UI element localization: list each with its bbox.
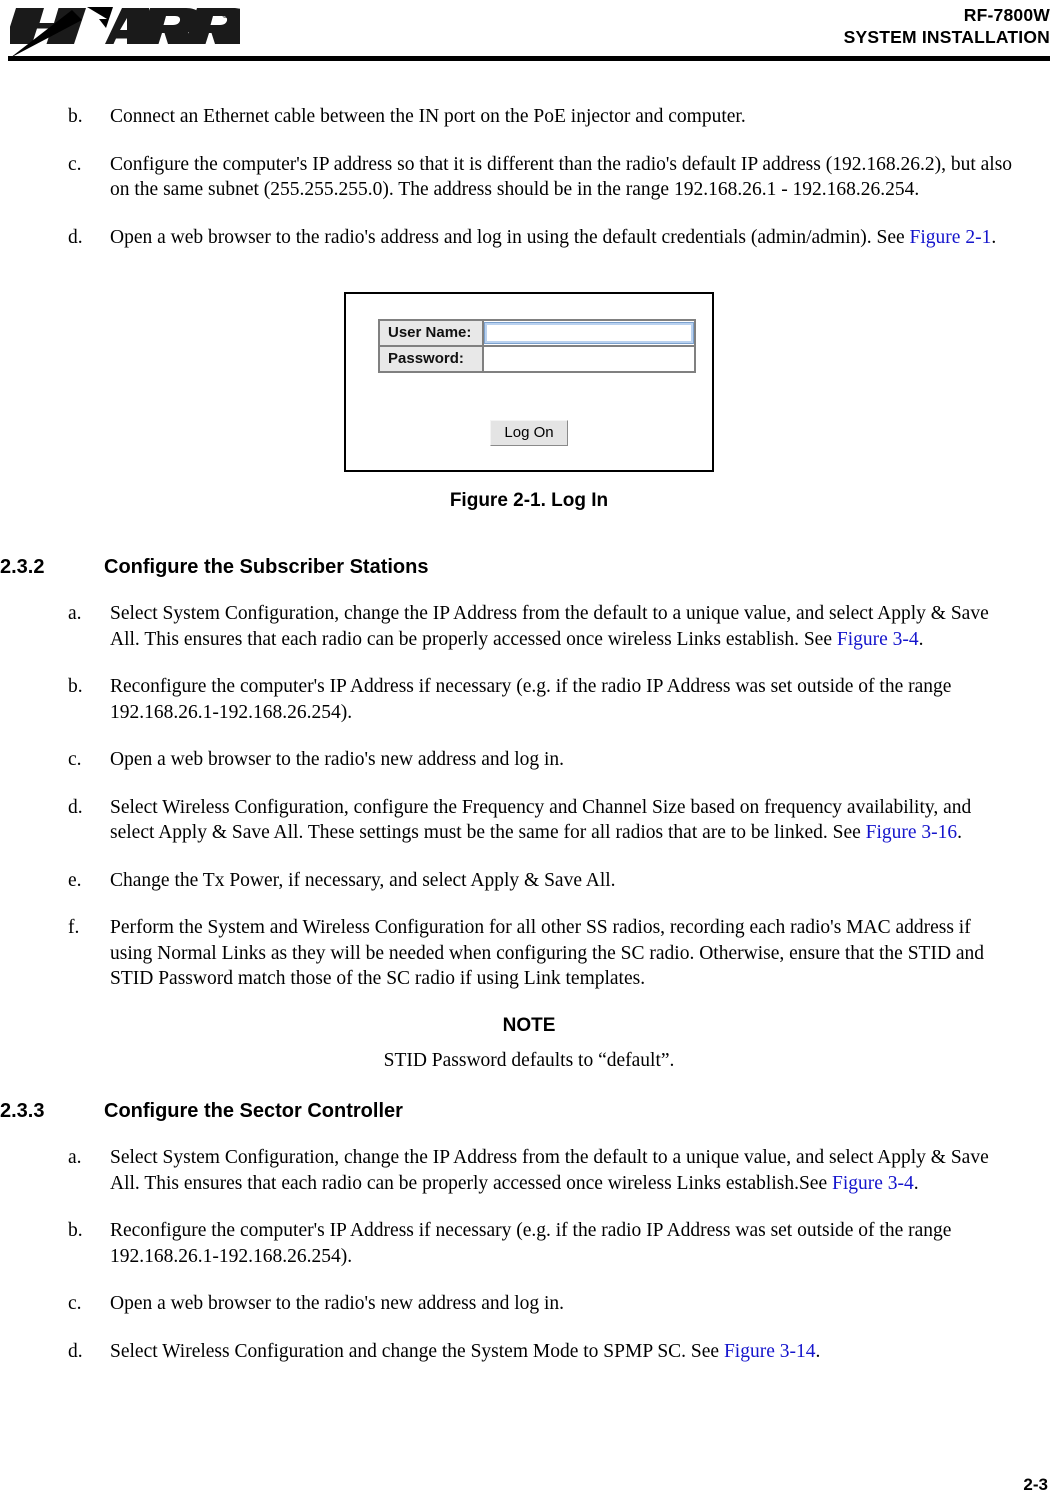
list-item-text: Perform the System and Wireless Configur…: [110, 917, 985, 989]
list-item: d. Select Wireless Configuration and cha…: [0, 1339, 1058, 1365]
username-input[interactable]: [484, 322, 694, 344]
section-number: 2.3.2: [0, 556, 45, 578]
login-panel: User Name: Password: Log On: [344, 292, 714, 472]
list-marker: d.: [68, 796, 83, 818]
figure-link[interactable]: Figure 3-16: [866, 822, 958, 843]
list-marker: c.: [68, 153, 82, 175]
list-item-text: Open a web browser to the radio's new ad…: [110, 749, 565, 770]
list-item-text: Reconfigure the computer's IP Address if…: [110, 676, 952, 723]
figure-caption: Figure 2-1. Log In: [449, 490, 609, 511]
table-row: Password:: [378, 345, 696, 373]
list-marker: d.: [68, 226, 83, 248]
list-item: b. Reconfigure the computer's IP Address…: [0, 674, 1058, 725]
list-item-text: Reconfigure the computer's IP Address if…: [110, 1220, 952, 1267]
list-item-text: Change the Tx Power, if necessary, and s…: [110, 869, 616, 891]
list-item-text: Configure the computer's IP address so t…: [110, 153, 1013, 201]
harris-logo-icon: ®: [10, 7, 240, 58]
header-divider: [8, 56, 1050, 61]
registered-mark: ®: [222, 10, 230, 21]
text-segment: .: [991, 226, 997, 248]
text-segment: Select Wireless Configuration and change…: [110, 1340, 724, 1362]
list-marker: b.: [68, 1220, 83, 1241]
section-title: Configure the Subscriber Stations: [104, 556, 429, 578]
list-item: a. Select System Configuration, change t…: [0, 1145, 1058, 1196]
list-item: d. Select Wireless Configuration, config…: [0, 795, 1058, 846]
page-content: b. Connect an Ethernet cable between the…: [0, 64, 1058, 1364]
list-marker: a.: [68, 603, 82, 624]
list-item-text: Connect an Ethernet cable between the IN…: [110, 106, 746, 127]
text-segment: Select Wireless Configuration, configure…: [110, 796, 972, 844]
list-item-text: Select Wireless Configuration and change…: [110, 1339, 1014, 1365]
list-marker: e.: [68, 869, 82, 891]
list-marker: b.: [68, 106, 83, 127]
list-marker: d.: [68, 1340, 83, 1362]
list-item: f. Perform the System and Wireless Confi…: [0, 915, 1058, 992]
list-marker: a.: [68, 1147, 82, 1168]
text-segment: .: [957, 822, 963, 843]
list-marker: c.: [68, 749, 82, 770]
list-item: d. Open a web browser to the radio's add…: [0, 225, 1058, 251]
password-label: Password:: [378, 345, 484, 373]
page-number: 2-3: [1023, 1475, 1048, 1494]
figure-link[interactable]: Figure 3-4: [832, 1173, 914, 1194]
list-marker: c.: [68, 1293, 82, 1314]
list-item-text: Open a web browser to the radio's new ad…: [110, 1293, 565, 1314]
text-segment: .: [913, 1172, 919, 1194]
note-heading: NOTE: [502, 1014, 556, 1036]
figure-link[interactable]: Figure 3-14: [724, 1341, 816, 1362]
product-name: RF-7800W: [963, 5, 1050, 25]
figure-2-1: User Name: Password: Log On Figure 2-1. …: [0, 292, 1058, 513]
note-text: STID Password defaults to “default”.: [383, 1049, 675, 1071]
list-item: c. Open a web browser to the radio's new…: [0, 1291, 1058, 1317]
log-on-button[interactable]: Log On: [490, 420, 568, 446]
section-number: 2.3.3: [0, 1100, 45, 1122]
text-segment: .: [918, 628, 924, 650]
manual-title: SYSTEM INSTALLATION: [843, 27, 1050, 47]
list-marker: f.: [68, 917, 80, 938]
list-item: e. Change the Tx Power, if necessary, an…: [0, 868, 1058, 894]
text-segment: .: [815, 1340, 821, 1362]
list-marker: b.: [68, 676, 83, 697]
list-item: c. Configure the computer's IP address s…: [0, 152, 1058, 203]
figure-link[interactable]: Figure 3-4: [837, 629, 919, 650]
figure-link[interactable]: Figure 2-1: [910, 227, 992, 248]
section-heading-233: 2.3.3 Configure the Sector Controller: [0, 1099, 1058, 1123]
header-title-block: RF-7800W SYSTEM INSTALLATION: [844, 4, 1050, 48]
list-item-text: Select Wireless Configuration, configure…: [110, 795, 1014, 846]
list-item: b. Connect an Ethernet cable between the…: [0, 104, 1058, 130]
section-heading-232: 2.3.2 Configure the Subscriber Stations: [0, 555, 1058, 579]
list-item: a. Select System Configuration, change t…: [0, 601, 1058, 652]
section-title: Configure the Sector Controller: [104, 1100, 403, 1122]
table-row: User Name:: [378, 319, 696, 347]
list-item-text: Select System Configuration, change the …: [110, 601, 1014, 652]
login-form-table: User Name: Password:: [378, 319, 696, 373]
list-item: b. Reconfigure the computer's IP Address…: [0, 1218, 1058, 1269]
list-item: c. Open a web browser to the radio's new…: [0, 747, 1058, 773]
page-header: ® RF-7800W SYSTEM INSTALLATION: [0, 0, 1058, 64]
text-segment: Open a web browser to the radio's addres…: [110, 226, 910, 248]
password-input[interactable]: [484, 348, 694, 370]
list-item-text: Select System Configuration, change the …: [110, 1145, 1014, 1196]
username-label: User Name:: [378, 319, 484, 347]
list-item-text: Open a web browser to the radio's addres…: [110, 225, 1014, 251]
harris-logo: ®: [10, 2, 240, 58]
